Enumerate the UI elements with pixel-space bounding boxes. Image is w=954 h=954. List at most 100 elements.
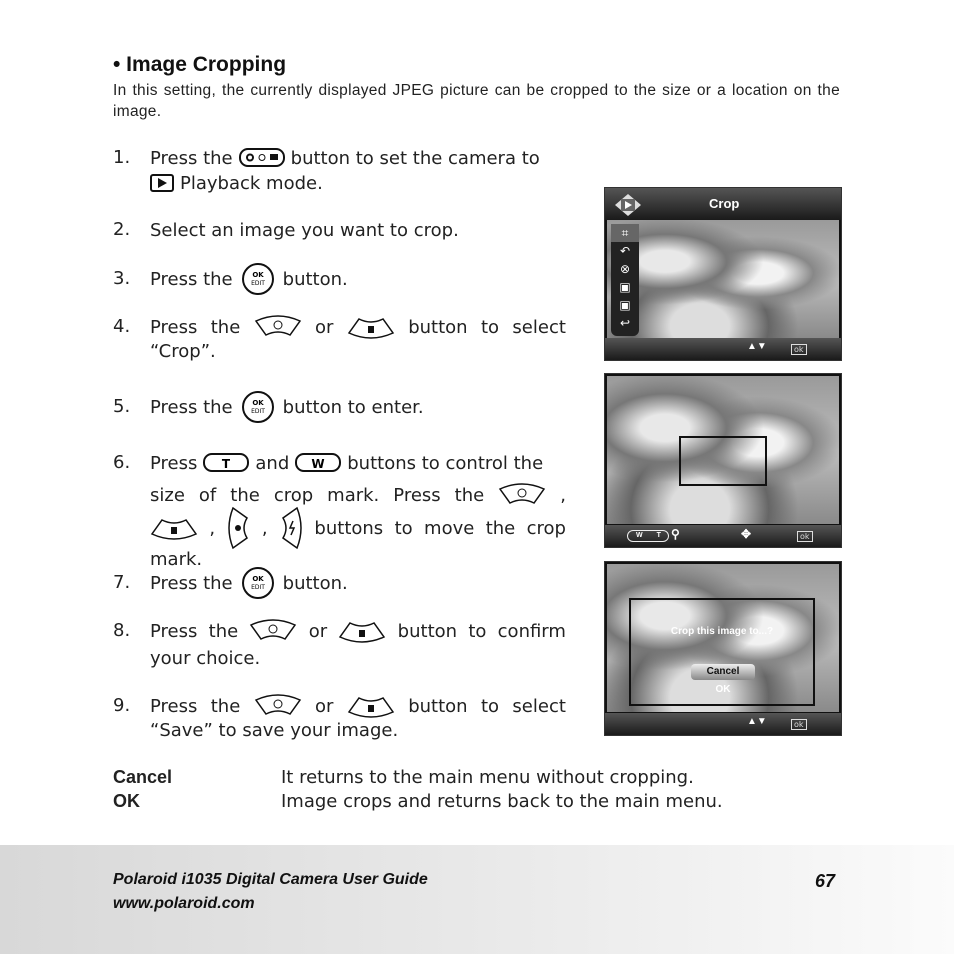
- text: to: [394, 517, 413, 539]
- camera-screen-crop-menu: Crop ⌗ ↶ ⊗ ▣ ▣ ↩ ▲▼ ok: [604, 187, 842, 361]
- step-number: 3.: [113, 268, 131, 289]
- text: “Crop”.: [150, 340, 216, 362]
- step-1-line: Playback mode.: [150, 170, 566, 196]
- text: button: [408, 316, 468, 338]
- save-icon[interactable]: ▣: [611, 278, 639, 296]
- title-bar: Crop: [605, 188, 841, 220]
- step-number: 2.: [113, 219, 131, 240]
- text: Press the: [150, 147, 233, 169]
- ok-icon: ok: [797, 531, 813, 542]
- step-6-line: Press T and W buttons to control the: [150, 450, 566, 476]
- step-number: 9.: [113, 695, 131, 716]
- text: Press: [150, 452, 198, 474]
- step-3-line: Press the OK EDIT button.: [150, 263, 566, 295]
- svg-text:OK: OK: [252, 271, 264, 279]
- text: to: [480, 316, 500, 338]
- menu-title: Crop: [709, 196, 740, 211]
- text: Playback mode.: [180, 172, 323, 194]
- camera-screen-crop-mark: WT ⚲ ✥ ok: [604, 373, 842, 548]
- svg-text:EDIT: EDIT: [251, 584, 265, 591]
- svg-text:OK: OK: [252, 399, 264, 407]
- playback-icon: [615, 194, 641, 219]
- step-5-line: Press the OK EDIT button to enter.: [150, 391, 566, 423]
- text: of: [198, 484, 217, 506]
- flash-right-button-icon: [279, 506, 303, 550]
- text: or: [315, 695, 334, 717]
- text: the: [454, 484, 485, 506]
- wide-button-icon: W: [295, 452, 342, 474]
- delete-down-button-icon: [347, 315, 395, 339]
- text: the: [485, 517, 516, 539]
- text: button.: [282, 572, 348, 594]
- mode-button-icon: [238, 147, 285, 169]
- bottom-bar: ▲▼ ok: [605, 713, 841, 735]
- text: to: [468, 620, 487, 642]
- text: ,: [209, 517, 216, 539]
- step-6-line: mark.: [150, 546, 566, 572]
- step-number: 4.: [113, 316, 131, 337]
- definition-term: OK: [113, 791, 140, 811]
- definition-desc: Image crops and returns back to the main…: [281, 791, 723, 812]
- dialog-question: Crop this image to...?: [670, 626, 774, 637]
- save-as-icon[interactable]: ▣: [611, 296, 639, 314]
- svg-text:OK: OK: [252, 575, 264, 583]
- confirm-dialog: Crop this image to...? Cancel OK: [629, 598, 815, 706]
- text: select: [512, 316, 566, 338]
- camera-screen-crop-confirm: Crop this image to...? Cancel OK ▲▼ ok: [604, 561, 842, 736]
- rotate-icon[interactable]: ↶: [611, 242, 639, 260]
- text: or: [308, 620, 328, 642]
- svg-text:T: T: [222, 457, 231, 471]
- text: your choice.: [150, 647, 261, 669]
- text: select: [512, 695, 566, 717]
- text: ,: [261, 517, 268, 539]
- step-6-line: , , buttons to move the crop: [150, 506, 566, 550]
- step-number: 8.: [113, 620, 131, 641]
- text: “Save” to save your image.: [150, 719, 399, 741]
- guide-title: Polaroid i1035 Digital Camera User Guide: [113, 871, 428, 888]
- text: or: [315, 316, 334, 338]
- step-9-line: “Save” to save your image.: [150, 717, 566, 743]
- up-down-arrows-icon: ▲▼: [747, 341, 767, 352]
- text: button to set the camera to: [290, 147, 540, 169]
- step-8-line: your choice.: [150, 645, 566, 671]
- red-eye-icon[interactable]: ⊗: [611, 260, 639, 278]
- delete-down-button-icon: [347, 694, 395, 718]
- crop-mark[interactable]: [679, 436, 767, 486]
- crop-icon[interactable]: ⌗: [611, 224, 639, 242]
- definition-term: Cancel: [113, 767, 173, 787]
- text: mark.: [327, 484, 380, 506]
- step-4-line: Press the or button to select: [150, 314, 566, 340]
- step-number: 7.: [113, 572, 131, 593]
- ok-edit-button-icon: OK EDIT: [239, 566, 277, 600]
- step-7-line: Press the OK EDIT button.: [150, 567, 566, 599]
- text: mark.: [150, 548, 203, 570]
- text: confirm: [497, 620, 566, 642]
- photo: [607, 220, 839, 338]
- step-6-line: size of the crop mark. Press the ,: [150, 482, 566, 508]
- self-timer-up-button-icon: [254, 694, 302, 718]
- manual-page: • Image Cropping In this setting, the cu…: [0, 0, 954, 954]
- delete-down-button-icon: [150, 516, 198, 540]
- text: the: [210, 695, 241, 717]
- text: to: [480, 695, 500, 717]
- playback-icon: [150, 173, 174, 193]
- text: buttons to control the: [347, 452, 544, 474]
- step-4-line: “Crop”.: [150, 338, 566, 364]
- text: button to enter.: [282, 396, 424, 418]
- text: button: [408, 695, 468, 717]
- text: Press the: [150, 572, 233, 594]
- up-down-arrows-icon: ▲▼: [747, 716, 767, 727]
- text: and: [255, 452, 290, 474]
- step-number: 1.: [113, 147, 131, 168]
- website: www.polaroid.com: [113, 895, 255, 912]
- text: move: [424, 517, 475, 539]
- text: ,: [560, 484, 566, 506]
- step-1-line: Press the button to set the camera to: [150, 145, 566, 171]
- step-8-line: Press the or button to confirm: [150, 618, 566, 644]
- back-icon[interactable]: ↩: [611, 314, 639, 332]
- text: Press the: [150, 396, 233, 418]
- bottom-bar: ▲▼ ok: [605, 338, 841, 360]
- ok-option[interactable]: OK: [691, 684, 755, 695]
- move-arrows-icon: ✥: [741, 527, 752, 541]
- cancel-option[interactable]: Cancel: [691, 664, 755, 680]
